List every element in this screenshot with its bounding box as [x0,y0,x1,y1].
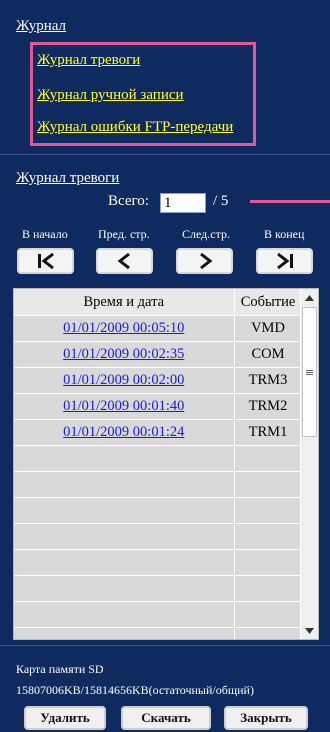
page-total: / 5 [213,193,229,209]
row-event: TRM3 [234,367,303,394]
empty-row [14,471,303,498]
alarm-log-link[interactable]: Журнал тревоги [37,52,140,69]
divider [0,154,330,155]
row-datetime-link[interactable]: 01/01/2009 00:01:24 [14,419,235,446]
row-datetime-link[interactable]: 01/01/2009 00:05:10 [14,315,235,342]
close-button[interactable]: Закрыть [224,706,308,730]
prev-page-button[interactable] [96,248,153,274]
table-row: 01/01/2009 00:05:10 VMD [14,315,303,342]
download-button[interactable]: Скачать [121,706,211,730]
prev-page-icon [117,252,130,270]
page-number-input[interactable]: 1 [160,193,206,213]
row-datetime-link[interactable]: 01/01/2009 00:01:40 [14,393,235,420]
scroll-up-arrow-icon[interactable] [301,289,318,306]
first-page-icon [37,252,54,270]
grip-icon [306,369,313,375]
first-page-button[interactable] [17,248,74,274]
empty-row [14,575,303,602]
empty-row [14,549,303,576]
callout-line [250,200,330,203]
next-page-label: След.стр. [182,227,230,241]
table-row: 01/01/2009 00:01:24 TRM1 [14,419,303,446]
row-event: VMD [234,315,303,342]
sd-card-usage: 15807006KB/15814656KB(остаточный/общий) [16,683,254,697]
vertical-scrollbar[interactable] [300,289,318,639]
table-row: 01/01/2009 00:02:35 COM [14,341,303,368]
ftp-error-log-link[interactable]: Журнал ошибки FTP-передачи [37,119,233,136]
row-event: TRM1 [234,419,303,446]
empty-row [14,627,303,639]
section-title[interactable]: Журнал тревоги [16,170,119,187]
next-page-icon [199,252,212,270]
next-page-button[interactable] [176,248,233,274]
scroll-down-arrow-icon[interactable] [301,622,318,639]
row-datetime-link[interactable]: 01/01/2009 00:02:00 [14,367,235,394]
log-table: Время и дата Событие 01/01/2009 00:05:10… [13,288,319,640]
empty-row [14,445,303,472]
journal-title[interactable]: Журнал [16,18,66,35]
empty-row [14,497,303,524]
empty-row [14,601,303,628]
table-header-row: Время и дата Событие [14,289,303,316]
last-page-button[interactable] [256,248,313,274]
row-datetime-link[interactable]: 01/01/2009 00:02:35 [14,341,235,368]
last-page-label: В конец [264,227,305,241]
prev-page-label: Пред. стр. [98,227,150,241]
scroll-thumb[interactable] [302,307,317,437]
row-event: COM [234,341,303,368]
divider [0,645,330,646]
column-header-event: Событие [234,289,303,316]
table-row: 01/01/2009 00:02:00 TRM3 [14,367,303,394]
last-page-icon [276,252,293,270]
empty-row [14,523,303,550]
column-header-datetime: Время и дата [14,289,235,316]
total-label: Всего: [108,193,149,209]
manual-record-log-link[interactable]: Журнал ручной записи [37,87,184,104]
first-page-label: В начало [22,227,68,241]
table-row: 01/01/2009 00:01:40 TRM2 [14,393,303,420]
delete-button[interactable]: Удалить [24,706,106,730]
row-event: TRM2 [234,393,303,420]
sd-card-label: Карта памяти SD [16,662,104,676]
